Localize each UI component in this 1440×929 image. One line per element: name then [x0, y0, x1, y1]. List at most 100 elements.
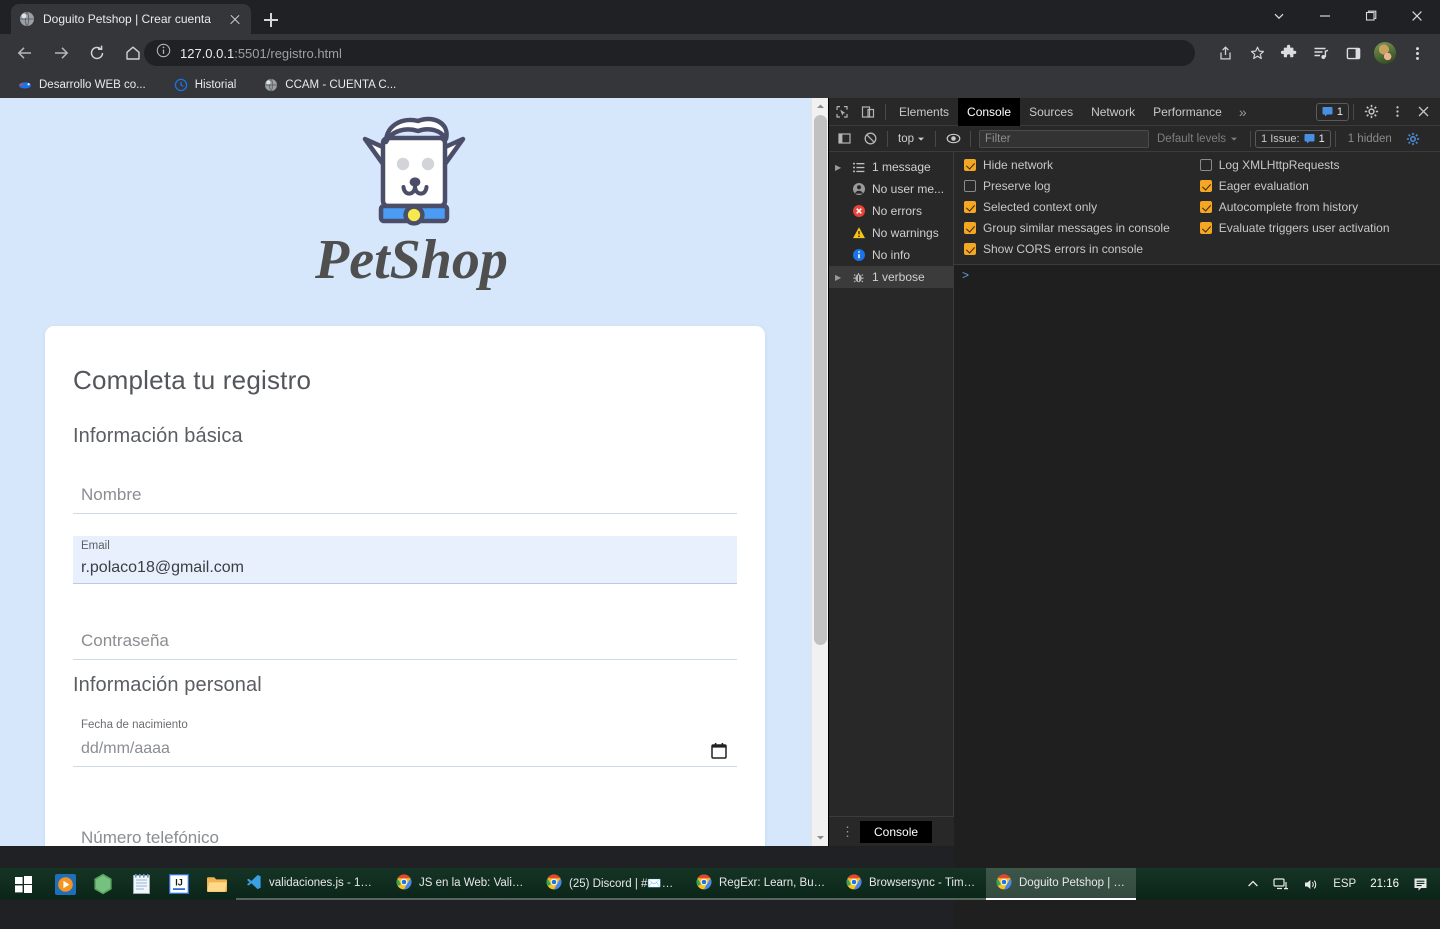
- tab-performance[interactable]: Performance: [1144, 98, 1231, 126]
- three-dot-menu-icon[interactable]: [1402, 38, 1432, 68]
- reload-icon[interactable]: [82, 38, 112, 68]
- file-explorer-icon[interactable]: [198, 868, 236, 900]
- option-evaluate-triggers-user-activation[interactable]: Evaluate triggers user activation: [1200, 221, 1390, 235]
- sidebar-item-warnings[interactable]: No warnings: [829, 222, 953, 244]
- nombre-field[interactable]: Nombre: [73, 470, 737, 514]
- more-tabs-icon[interactable]: »: [1231, 104, 1255, 120]
- network-icon[interactable]: [1267, 868, 1295, 900]
- checkbox[interactable]: [964, 243, 976, 255]
- scrollbar-thumb[interactable]: [814, 115, 827, 645]
- log-levels-selector[interactable]: Default levels: [1149, 133, 1246, 145]
- sidebar-item-verbose[interactable]: ▶ 1 verbose: [829, 266, 953, 288]
- sidebar-item-errors[interactable]: No errors: [829, 200, 953, 222]
- page-scrollbar[interactable]: [811, 98, 828, 846]
- close-icon[interactable]: [227, 11, 243, 27]
- profile-avatar[interactable]: [1370, 38, 1400, 68]
- maximize-button[interactable]: [1348, 0, 1394, 32]
- info-circle-icon[interactable]: [156, 43, 171, 63]
- option-eager-evaluation[interactable]: Eager evaluation: [1200, 179, 1390, 193]
- address-bar[interactable]: 127.0.0.1:5501/registro.html: [144, 40, 1195, 66]
- email-field[interactable]: Email r.polaco18@gmail.com: [73, 536, 737, 584]
- option-group-similar-messages[interactable]: Group similar messages in console: [964, 221, 1170, 235]
- live-expression-eye-icon[interactable]: [940, 126, 966, 152]
- taskbar-window-discord[interactable]: (25) Discord | #✉️¦du...: [536, 868, 686, 900]
- sidebar-item-messages[interactable]: ▶ 1 message: [829, 156, 953, 178]
- close-devtools-icon[interactable]: [1410, 99, 1436, 125]
- option-selected-context-only[interactable]: Selected context only: [964, 200, 1170, 214]
- tab-search-chevron-icon[interactable]: [1256, 0, 1302, 32]
- console-prompt[interactable]: >: [954, 265, 1440, 285]
- telefono-field[interactable]: Número telefónico: [73, 813, 737, 846]
- extensions-puzzle-icon[interactable]: [1274, 38, 1304, 68]
- taskbar-window-doguito-petshop[interactable]: Doguito Petshop | Cr...: [986, 868, 1136, 900]
- option-show-cors-errors[interactable]: Show CORS errors in console: [964, 242, 1170, 256]
- sidebar-item-user-messages[interactable]: No user me...: [829, 178, 953, 200]
- minimize-button[interactable]: [1302, 0, 1348, 32]
- language-indicator[interactable]: ESP: [1327, 868, 1362, 900]
- intellij-idea-icon[interactable]: IJ: [160, 868, 198, 900]
- back-arrow-icon[interactable]: [10, 38, 40, 68]
- expand-arrow-icon[interactable]: ▶: [835, 163, 845, 172]
- checkbox[interactable]: [1200, 159, 1212, 171]
- bookmark-item-1[interactable]: Historial: [164, 74, 247, 96]
- node-js-icon[interactable]: [84, 868, 122, 900]
- fecha-nacimiento-field[interactable]: Fecha de nacimiento dd/mm/aaaa: [73, 719, 737, 767]
- taskbar-window-vscode[interactable]: validaciones.js - 1842...: [236, 868, 386, 900]
- checkbox[interactable]: [1200, 180, 1212, 192]
- browser-tab[interactable]: Doguito Petshop | Crear cuenta: [11, 4, 251, 34]
- checkbox[interactable]: [964, 159, 976, 171]
- contrasena-field[interactable]: Contraseña: [73, 616, 737, 660]
- checkbox[interactable]: [1200, 201, 1212, 213]
- checkbox[interactable]: [964, 180, 976, 192]
- console-filter-input[interactable]: Filter: [979, 130, 1149, 148]
- checkbox[interactable]: [964, 201, 976, 213]
- bookmark-star-icon[interactable]: [1242, 38, 1272, 68]
- three-dot-menu-icon[interactable]: [1384, 99, 1410, 125]
- checkbox[interactable]: [1200, 222, 1212, 234]
- volume-icon[interactable]: [1297, 868, 1325, 900]
- scroll-down-arrow-icon[interactable]: [812, 829, 829, 846]
- taskbar-window-js-web[interactable]: JS en la Web: Validaci...: [386, 868, 536, 900]
- notepad-icon[interactable]: [122, 868, 160, 900]
- drawer-more-icon[interactable]: ⋮: [835, 828, 860, 836]
- tab-elements[interactable]: Elements: [890, 98, 958, 126]
- new-tab-button[interactable]: [258, 8, 284, 32]
- console-settings-gear-icon[interactable]: [1400, 126, 1426, 152]
- sidebar-item-info[interactable]: No info: [829, 244, 953, 266]
- calendar-icon[interactable]: [711, 742, 727, 759]
- checkbox[interactable]: [964, 222, 976, 234]
- console-output[interactable]: >: [954, 265, 1440, 929]
- close-window-button[interactable]: [1394, 0, 1440, 32]
- bookmark-item-0[interactable]: Desarrollo WEB co...: [8, 74, 156, 96]
- option-hide-network[interactable]: Hide network: [964, 158, 1170, 172]
- message-count-badge[interactable]: 1: [1316, 103, 1349, 121]
- forward-arrow-icon[interactable]: [46, 38, 76, 68]
- option-log-xmlhttprequests[interactable]: Log XMLHttpRequests: [1200, 158, 1390, 172]
- share-icon[interactable]: [1210, 38, 1240, 68]
- taskbar-clock[interactable]: 21:16: [1364, 878, 1405, 890]
- device-toolbar-icon[interactable]: [855, 99, 881, 125]
- windows-start-icon[interactable]: [0, 868, 46, 900]
- media-player-icon[interactable]: [46, 868, 84, 900]
- console-sidebar-toggle-icon[interactable]: [831, 126, 857, 152]
- issues-badge[interactable]: 1 Issue: 1: [1255, 130, 1331, 148]
- execution-context-selector[interactable]: top: [892, 133, 931, 145]
- inspect-element-icon[interactable]: [829, 99, 855, 125]
- clear-console-icon[interactable]: [857, 126, 883, 152]
- taskbar-window-regexr[interactable]: RegExr: Learn, Build, ...: [686, 868, 836, 900]
- option-preserve-log[interactable]: Preserve log: [964, 179, 1170, 193]
- media-playlist-icon[interactable]: [1306, 38, 1336, 68]
- tab-network[interactable]: Network: [1082, 98, 1144, 126]
- show-hidden-icons-chevron-icon[interactable]: [1241, 868, 1265, 900]
- side-panel-icon[interactable]: [1338, 38, 1368, 68]
- drawer-tab-console[interactable]: Console: [860, 821, 932, 843]
- scroll-up-arrow-icon[interactable]: [812, 98, 829, 115]
- tab-sources[interactable]: Sources: [1020, 98, 1082, 126]
- tab-console[interactable]: Console: [958, 98, 1020, 126]
- option-autocomplete-from-history[interactable]: Autocomplete from history: [1200, 200, 1390, 214]
- notification-icon[interactable]: [1407, 868, 1434, 900]
- gear-icon[interactable]: [1358, 99, 1384, 125]
- taskbar-window-browsersync[interactable]: Browsersync - Time-s...: [836, 868, 986, 900]
- bookmark-item-2[interactable]: CCAM - CUENTA C...: [254, 74, 406, 96]
- expand-arrow-icon[interactable]: ▶: [835, 273, 845, 282]
